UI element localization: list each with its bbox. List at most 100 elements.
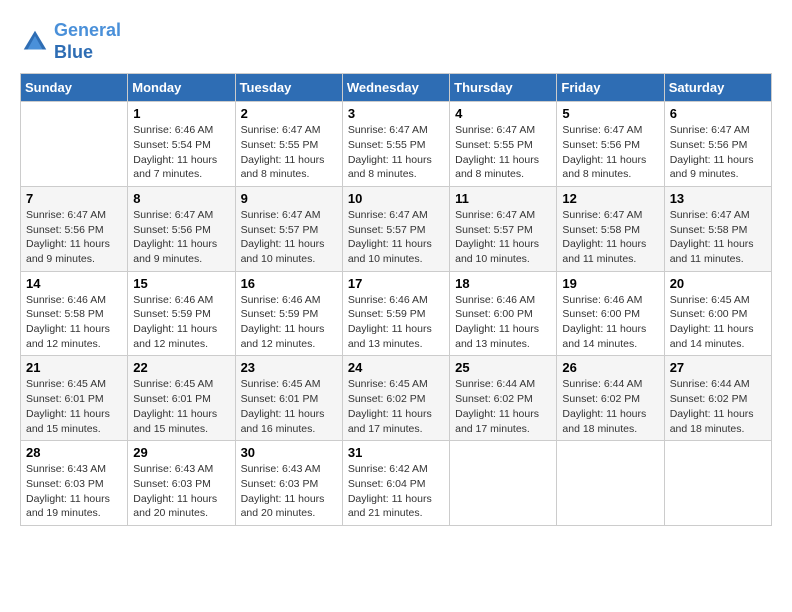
day-number: 13	[670, 191, 766, 206]
header-friday: Friday	[557, 74, 664, 102]
cell-info: Sunrise: 6:47 AMSunset: 5:55 PMDaylight:…	[241, 123, 337, 182]
header-thursday: Thursday	[450, 74, 557, 102]
calendar-cell: 21Sunrise: 6:45 AMSunset: 6:01 PMDayligh…	[21, 356, 128, 441]
calendar-cell: 30 Sunrise: 6:43 AMSunset: 6:03 PMDayligh…	[235, 441, 342, 526]
calendar-cell: 22 Sunrise: 6:45 AMSunset: 6:01 PMDayligh…	[128, 356, 235, 441]
calendar-cell: 6 Sunrise: 6:47 AMSunset: 5:56 PMDaylight…	[664, 102, 771, 187]
calendar-cell: 20Sunrise: 6:45 AMSunset: 6:00 PMDayligh…	[664, 271, 771, 356]
cell-info: Sunrise: 6:43 AMSunset: 6:03 PMDaylight:…	[26, 462, 122, 521]
calendar-cell: 19 Sunrise: 6:46 AMSunset: 6:00 PMDayligh…	[557, 271, 664, 356]
calendar-cell: 17 Sunrise: 6:46 AMSunset: 5:59 PMDayligh…	[342, 271, 449, 356]
calendar-table: SundayMondayTuesdayWednesdayThursdayFrid…	[20, 73, 772, 526]
day-number: 3	[348, 106, 444, 121]
cell-info: Sunrise: 6:47 AMSunset: 5:56 PMDaylight:…	[26, 208, 122, 267]
day-number: 14	[26, 276, 122, 291]
calendar-cell: 13 Sunrise: 6:47 AMSunset: 5:58 PMDayligh…	[664, 186, 771, 271]
day-number: 28	[26, 445, 122, 460]
day-number: 23	[241, 360, 337, 375]
calendar-cell: 4Sunrise: 6:47 AMSunset: 5:55 PMDaylight…	[450, 102, 557, 187]
day-number: 15	[133, 276, 229, 291]
calendar-cell: 12 Sunrise: 6:47 AMSunset: 5:58 PMDayligh…	[557, 186, 664, 271]
day-number: 29	[133, 445, 229, 460]
day-number: 24	[348, 360, 444, 375]
day-number: 12	[562, 191, 658, 206]
day-number: 17	[348, 276, 444, 291]
cell-info: Sunrise: 6:44 AMSunset: 6:02 PMDaylight:…	[562, 377, 658, 436]
cell-info: Sunrise: 6:46 AMSunset: 6:00 PMDaylight:…	[562, 293, 658, 352]
calendar-cell: 8 Sunrise: 6:47 AMSunset: 5:56 PMDaylight…	[128, 186, 235, 271]
day-number: 19	[562, 276, 658, 291]
day-number: 16	[241, 276, 337, 291]
cell-info: Sunrise: 6:47 AMSunset: 5:55 PMDaylight:…	[455, 123, 551, 182]
header-sunday: Sunday	[21, 74, 128, 102]
cell-info: Sunrise: 6:43 AMSunset: 6:03 PMDaylight:…	[241, 462, 337, 521]
calendar-cell: 16 Sunrise: 6:46 AMSunset: 5:59 PMDayligh…	[235, 271, 342, 356]
calendar-cell: 28 Sunrise: 6:43 AMSunset: 6:03 PMDayligh…	[21, 441, 128, 526]
calendar-cell: 24 Sunrise: 6:45 AMSunset: 6:02 PMDayligh…	[342, 356, 449, 441]
calendar-header-row: SundayMondayTuesdayWednesdayThursdayFrid…	[21, 74, 772, 102]
logo: General Blue	[20, 20, 121, 63]
day-number: 22	[133, 360, 229, 375]
calendar-week-row: 14 Sunrise: 6:46 AMSunset: 5:58 PMDayligh…	[21, 271, 772, 356]
cell-info: Sunrise: 6:47 AMSunset: 5:57 PMDaylight:…	[241, 208, 337, 267]
day-number: 7	[26, 191, 122, 206]
calendar-cell	[450, 441, 557, 526]
cell-info: Sunrise: 6:43 AMSunset: 6:03 PMDaylight:…	[133, 462, 229, 521]
cell-info: Sunrise: 6:46 AMSunset: 5:59 PMDaylight:…	[133, 293, 229, 352]
calendar-cell: 25Sunrise: 6:44 AMSunset: 6:02 PMDayligh…	[450, 356, 557, 441]
cell-info: Sunrise: 6:45 AMSunset: 6:01 PMDaylight:…	[133, 377, 229, 436]
calendar-cell	[557, 441, 664, 526]
calendar-cell: 31 Sunrise: 6:42 AMSunset: 6:04 PMDayligh…	[342, 441, 449, 526]
day-number: 31	[348, 445, 444, 460]
cell-info: Sunrise: 6:46 AMSunset: 5:58 PMDaylight:…	[26, 293, 122, 352]
day-number: 26	[562, 360, 658, 375]
cell-info: Sunrise: 6:47 AMSunset: 5:58 PMDaylight:…	[670, 208, 766, 267]
day-number: 11	[455, 191, 551, 206]
cell-info: Sunrise: 6:47 AMSunset: 5:58 PMDaylight:…	[562, 208, 658, 267]
day-number: 2	[241, 106, 337, 121]
calendar-week-row: 28 Sunrise: 6:43 AMSunset: 6:03 PMDayligh…	[21, 441, 772, 526]
cell-info: Sunrise: 6:47 AMSunset: 5:56 PMDaylight:…	[562, 123, 658, 182]
cell-info: Sunrise: 6:47 AMSunset: 5:56 PMDaylight:…	[670, 123, 766, 182]
day-number: 5	[562, 106, 658, 121]
cell-info: Sunrise: 6:45 AMSunset: 6:01 PMDaylight:…	[26, 377, 122, 436]
cell-info: Sunrise: 6:47 AMSunset: 5:55 PMDaylight:…	[348, 123, 444, 182]
page-header: General Blue	[20, 20, 772, 63]
calendar-cell: 15 Sunrise: 6:46 AMSunset: 5:59 PMDayligh…	[128, 271, 235, 356]
calendar-week-row: 1Sunrise: 6:46 AMSunset: 5:54 PMDaylight…	[21, 102, 772, 187]
calendar-cell: 29 Sunrise: 6:43 AMSunset: 6:03 PMDayligh…	[128, 441, 235, 526]
calendar-cell: 1Sunrise: 6:46 AMSunset: 5:54 PMDaylight…	[128, 102, 235, 187]
day-number: 6	[670, 106, 766, 121]
cell-info: Sunrise: 6:46 AMSunset: 5:54 PMDaylight:…	[133, 123, 229, 182]
header-saturday: Saturday	[664, 74, 771, 102]
cell-info: Sunrise: 6:47 AMSunset: 5:57 PMDaylight:…	[455, 208, 551, 267]
header-wednesday: Wednesday	[342, 74, 449, 102]
calendar-cell: 14 Sunrise: 6:46 AMSunset: 5:58 PMDayligh…	[21, 271, 128, 356]
day-number: 27	[670, 360, 766, 375]
calendar-cell	[664, 441, 771, 526]
cell-info: Sunrise: 6:45 AMSunset: 6:00 PMDaylight:…	[670, 293, 766, 352]
calendar-cell	[21, 102, 128, 187]
calendar-cell: 10Sunrise: 6:47 AMSunset: 5:57 PMDayligh…	[342, 186, 449, 271]
cell-info: Sunrise: 6:46 AMSunset: 6:00 PMDaylight:…	[455, 293, 551, 352]
cell-info: Sunrise: 6:46 AMSunset: 5:59 PMDaylight:…	[241, 293, 337, 352]
header-tuesday: Tuesday	[235, 74, 342, 102]
header-monday: Monday	[128, 74, 235, 102]
logo-text: General Blue	[54, 20, 121, 63]
cell-info: Sunrise: 6:42 AMSunset: 6:04 PMDaylight:…	[348, 462, 444, 521]
calendar-week-row: 21Sunrise: 6:45 AMSunset: 6:01 PMDayligh…	[21, 356, 772, 441]
calendar-week-row: 7 Sunrise: 6:47 AMSunset: 5:56 PMDaylight…	[21, 186, 772, 271]
calendar-cell: 5 Sunrise: 6:47 AMSunset: 5:56 PMDaylight…	[557, 102, 664, 187]
cell-info: Sunrise: 6:46 AMSunset: 5:59 PMDaylight:…	[348, 293, 444, 352]
day-number: 18	[455, 276, 551, 291]
cell-info: Sunrise: 6:44 AMSunset: 6:02 PMDaylight:…	[670, 377, 766, 436]
day-number: 8	[133, 191, 229, 206]
day-number: 30	[241, 445, 337, 460]
cell-info: Sunrise: 6:44 AMSunset: 6:02 PMDaylight:…	[455, 377, 551, 436]
cell-info: Sunrise: 6:45 AMSunset: 6:02 PMDaylight:…	[348, 377, 444, 436]
cell-info: Sunrise: 6:47 AMSunset: 5:57 PMDaylight:…	[348, 208, 444, 267]
cell-info: Sunrise: 6:47 AMSunset: 5:56 PMDaylight:…	[133, 208, 229, 267]
calendar-cell: 23Sunrise: 6:45 AMSunset: 6:01 PMDayligh…	[235, 356, 342, 441]
calendar-cell: 11 Sunrise: 6:47 AMSunset: 5:57 PMDayligh…	[450, 186, 557, 271]
day-number: 9	[241, 191, 337, 206]
